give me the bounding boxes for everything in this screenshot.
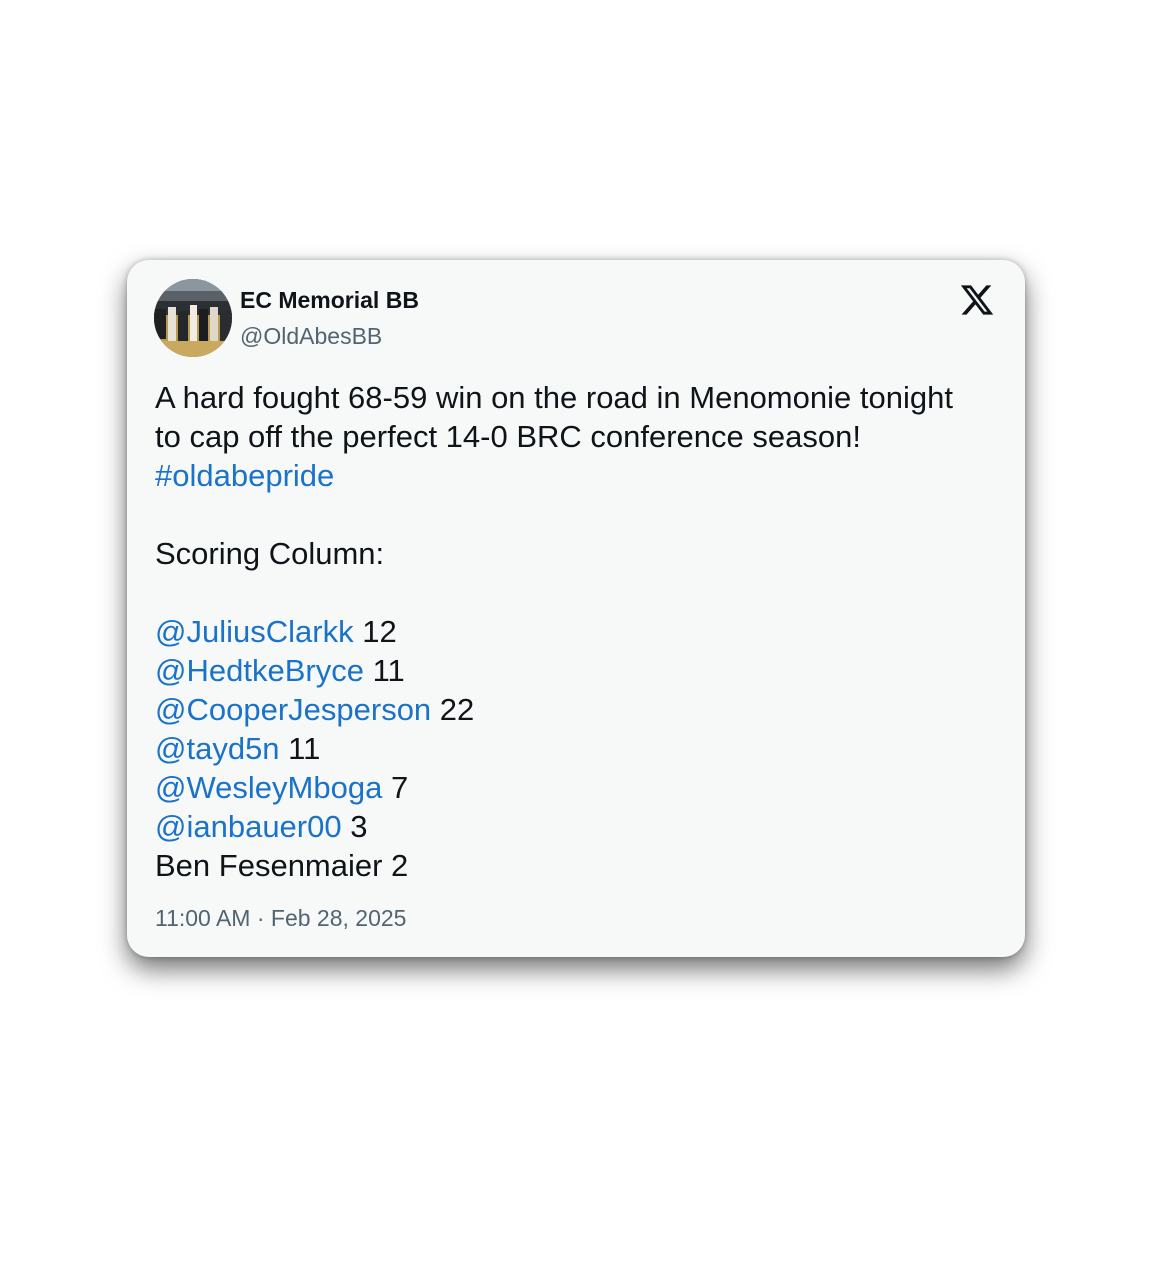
points: 22 [439, 692, 475, 727]
tweet-text: A hard fought 68-59 win on the road in M… [155, 378, 1005, 885]
points: 3 [350, 809, 368, 844]
points: 11 [372, 653, 405, 688]
avatar[interactable] [154, 279, 232, 357]
mention-link[interactable]: @ianbauer00 [155, 809, 342, 844]
scorer-row: @tayd5n 11 [155, 729, 1005, 768]
tweet-line: to cap off the perfect 14-0 BRC conferen… [155, 419, 861, 454]
mention-link[interactable]: @JuliusClarkk [155, 614, 354, 649]
timestamp[interactable]: 11:00 AM · Feb 28, 2025 [155, 905, 406, 932]
tweet-card: EC Memorial BB @OldAbesBB A hard fought … [127, 260, 1025, 957]
scorer-row: @CooperJesperson 22 [155, 690, 1005, 729]
scorer-row: @JuliusClarkk 12 [155, 612, 1005, 651]
mention-link[interactable]: @WesleyMboga [155, 770, 382, 805]
scorer-row: @WesleyMboga 7 [155, 768, 1005, 807]
scorer-row: @HedtkeBryce 11 [155, 651, 1005, 690]
points: 11 [288, 731, 321, 766]
points: 7 [390, 770, 409, 805]
tweet-line: A hard fought 68-59 win on the road in M… [155, 380, 953, 415]
mention-link[interactable]: @HedtkeBryce [155, 653, 364, 688]
scorer-row: @ianbauer00 3 [155, 807, 1005, 846]
x-logo-icon[interactable] [959, 282, 995, 318]
author-handle[interactable]: @OldAbesBB [240, 323, 382, 350]
hashtag-link[interactable]: #oldabepride [155, 458, 334, 493]
points: 12 [362, 614, 397, 649]
section-heading: Scoring Column: [155, 536, 385, 571]
mention-link[interactable]: @CooperJesperson [155, 692, 431, 727]
mention-link[interactable]: @tayd5n [155, 731, 280, 766]
author-name[interactable]: EC Memorial BB [240, 287, 419, 314]
scorer-row: Ben Fesenmaier 2 [155, 848, 409, 883]
